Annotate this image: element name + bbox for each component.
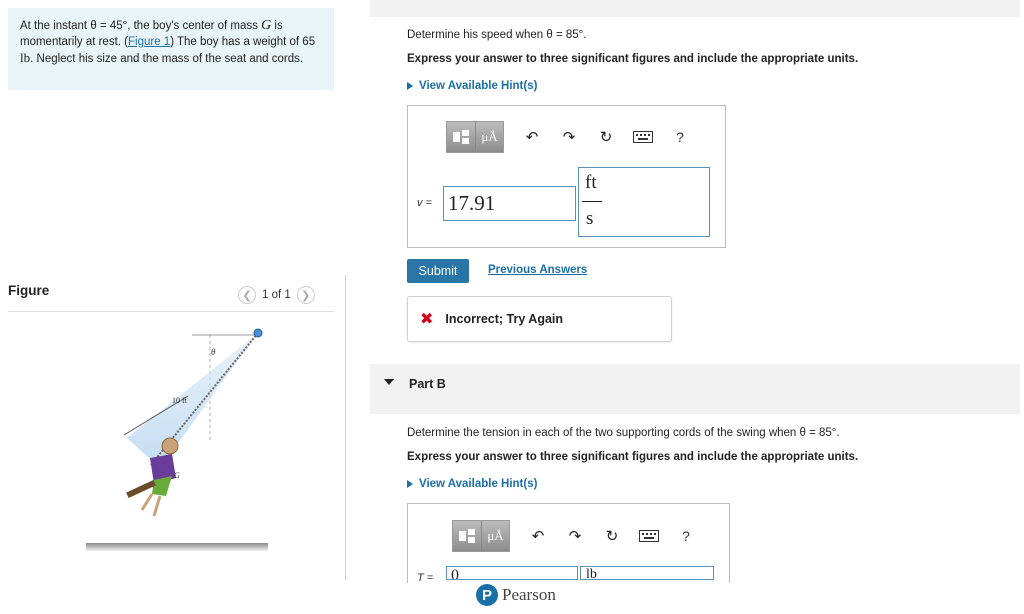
templates-icon[interactable]	[453, 521, 481, 551]
undo-icon[interactable]: ↶	[526, 524, 550, 548]
feedback-text: Incorrect; Try Again	[445, 312, 564, 326]
caret-down-icon[interactable]	[384, 379, 394, 385]
part-b-hint-toggle[interactable]: View Available Hint(s)	[407, 478, 537, 490]
part-b-var-label: T =	[417, 572, 434, 584]
part-a-unit-input[interactable]	[578, 167, 710, 237]
part-a-unit-denominator[interactable]: s	[586, 208, 593, 230]
part-b-value-input[interactable]: 0	[446, 566, 578, 580]
boy-legs	[140, 493, 162, 517]
part-b-toolbar: μÅ ↶ ↷ ↻ ?	[452, 520, 698, 552]
part-a-unit-numerator[interactable]: ft	[585, 172, 597, 194]
part-b-instruction: Express your answer to three significant…	[407, 451, 859, 463]
problem-text-3: ) The boy has a weight of 65	[170, 35, 316, 48]
submit-button[interactable]: Submit	[407, 259, 469, 283]
boy-head	[161, 437, 179, 455]
problem-lb-unit: lb	[20, 50, 31, 65]
theta-label: θ	[211, 347, 216, 357]
problem-g-symbol: G	[261, 18, 272, 33]
fraction-bar	[582, 201, 602, 202]
redo-icon[interactable]: ↷	[563, 524, 587, 548]
error-x-icon: ✖	[420, 311, 434, 328]
part-b-unit-input[interactable]: lb	[580, 566, 714, 580]
pearson-p-icon: P	[476, 584, 498, 606]
figure-pager-label: 1 of 1	[262, 289, 291, 301]
pearson-wordmark: Pearson	[502, 585, 556, 604]
part-a-instruction: Express your answer to three significant…	[407, 53, 859, 65]
part-b-title[interactable]: Part B	[409, 377, 446, 391]
length-label: 10 ft	[172, 396, 188, 405]
keyboard-icon[interactable]	[631, 125, 655, 149]
help-icon[interactable]: ?	[668, 125, 692, 149]
g-label: G	[174, 471, 180, 480]
problem-text-4: . Neglect his size and the mass of the s…	[30, 53, 304, 65]
figure-divider	[8, 311, 334, 312]
templates-icon[interactable]	[447, 122, 475, 152]
part-a-header-band	[370, 0, 1020, 17]
part-a-toolbar: μÅ ↶ ↷ ↻ ?	[446, 121, 692, 153]
part-b-unit[interactable]: lb	[586, 567, 597, 579]
template-button-group: μÅ	[446, 121, 504, 153]
feedback-banner: ✖ Incorrect; Try Again	[407, 296, 672, 342]
figure-heading: Figure	[8, 283, 50, 298]
part-a-value-input[interactable]: 17.91	[443, 186, 576, 221]
part-a-hint-label: View Available Hint(s)	[419, 80, 538, 92]
redo-icon[interactable]: ↷	[557, 125, 581, 149]
part-b-hint-label: View Available Hint(s)	[419, 478, 538, 490]
ground	[86, 543, 268, 551]
reset-icon[interactable]: ↻	[594, 125, 618, 149]
part-b-question: Determine the tension in each of the two…	[407, 427, 840, 439]
reset-icon[interactable]: ↻	[600, 524, 624, 548]
swing-figure: 10 ft θ G	[86, 328, 268, 551]
figure-pager: ❮ 1 of 1 ❯	[238, 285, 315, 305]
part-a-hint-toggle[interactable]: View Available Hint(s)	[407, 80, 537, 92]
panel-splitter[interactable]	[345, 275, 346, 580]
caret-right-icon	[407, 480, 413, 488]
template-button-group: μÅ	[452, 520, 510, 552]
figure-link[interactable]: Figure 1	[128, 36, 170, 48]
units-button[interactable]: μÅ	[481, 521, 509, 551]
undo-icon[interactable]: ↶	[520, 125, 544, 149]
previous-answers-link[interactable]: Previous Answers	[488, 264, 587, 276]
keyboard-icon[interactable]	[637, 524, 661, 548]
part-b-header-band[interactable]	[370, 364, 1020, 414]
problem-text-1: At the instant θ = 45°, the boy's center…	[20, 20, 262, 32]
help-icon[interactable]: ?	[674, 524, 698, 548]
pivot-point	[253, 328, 263, 338]
units-button[interactable]: μÅ	[475, 122, 503, 152]
caret-right-icon	[407, 82, 413, 90]
chevron-left-icon[interactable]: ❮	[238, 286, 256, 304]
swing-cord-shadow	[127, 333, 258, 468]
part-a-var-label: v =	[417, 197, 432, 209]
pearson-logo: P Pearson	[476, 584, 556, 606]
part-a-question: Determine his speed when θ = 85°.	[407, 29, 587, 41]
chevron-right-icon[interactable]: ❯	[296, 286, 315, 304]
problem-statement: At the instant θ = 45°, the boy's center…	[20, 18, 320, 68]
